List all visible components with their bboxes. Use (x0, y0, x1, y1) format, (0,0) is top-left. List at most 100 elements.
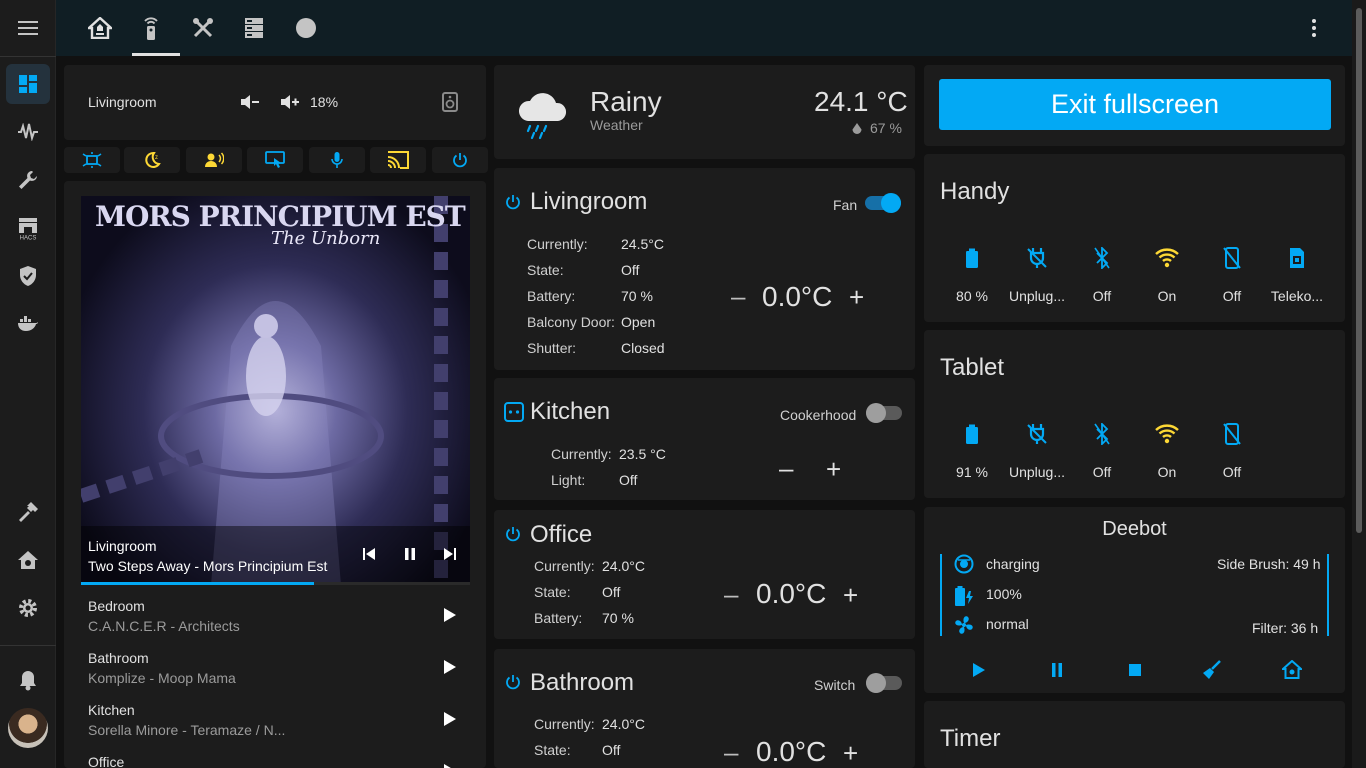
wifi-icon[interactable] (1147, 246, 1187, 270)
card-title: Tablet (940, 354, 1005, 381)
deebot-card: Deebot charging 100% normal Side Brush: … (924, 507, 1345, 693)
theme-icon (296, 18, 316, 38)
overflow-menu-button[interactable] (1290, 0, 1338, 56)
stat-value: 80 % (956, 288, 988, 304)
microphone-chip[interactable] (309, 147, 365, 173)
sidebar-item-energy[interactable] (6, 112, 50, 152)
svg-text:z: z (155, 155, 158, 161)
waveform-icon (18, 123, 38, 141)
robot-vacuum-icon (954, 554, 974, 574)
power-plug-off-icon[interactable] (1017, 246, 1057, 270)
menu-icon[interactable] (6, 8, 50, 48)
power-chip[interactable] (432, 147, 488, 173)
media-list-play-button[interactable] (444, 712, 458, 728)
fan-toggle[interactable] (865, 193, 901, 213)
media-list-play-button[interactable] (444, 660, 458, 676)
battery-icon[interactable] (952, 422, 992, 446)
power-icon[interactable] (505, 674, 521, 690)
scrollbar-thumb[interactable] (1356, 8, 1362, 533)
wifi-icon[interactable] (1147, 422, 1187, 446)
media-list-play-button[interactable] (444, 608, 458, 624)
sidebar-item-settings[interactable] (6, 588, 50, 628)
power-plug-off-icon[interactable] (1017, 422, 1057, 446)
microphone-icon (331, 152, 343, 168)
side-brush-hours: Side Brush: 49 h (1217, 556, 1321, 572)
row-label: Currently: (551, 446, 612, 462)
tab-home[interactable] (76, 0, 124, 56)
speaker-button[interactable] (442, 92, 458, 112)
row-value: Off (619, 472, 638, 488)
tab-tools[interactable] (179, 0, 227, 56)
media-list-room: Office (88, 754, 125, 768)
increase-temp-button[interactable]: + (843, 582, 858, 608)
row-value: Closed (621, 340, 665, 356)
shield-check-icon (20, 266, 36, 286)
kitchen-card: Kitchen Cookerhood Currently: 23.5 °C Li… (494, 378, 915, 500)
cellphone-off-icon[interactable] (1212, 422, 1252, 446)
tab-server[interactable] (230, 0, 278, 56)
sleep-chip[interactable]: z (124, 147, 180, 173)
power-icon[interactable] (505, 526, 521, 542)
sidebar-item-supervisor[interactable] (6, 540, 50, 580)
cellphone-off-icon[interactable] (1212, 246, 1252, 270)
avatar[interactable] (8, 708, 48, 748)
sidebar-item-tools[interactable] (6, 160, 50, 200)
socket-icon[interactable] (504, 402, 524, 422)
album-art: MORS PRINCIPIUM EST The Unborn (81, 196, 470, 585)
exit-fullscreen-button[interactable]: Exit fullscreen (939, 79, 1331, 130)
stop-icon[interactable] (1129, 664, 1141, 676)
dashboard-icon (19, 75, 37, 93)
bluetooth-off-icon[interactable] (1082, 246, 1122, 270)
sim-icon[interactable] (1277, 246, 1317, 270)
volume-mute-button[interactable] (240, 93, 260, 111)
decrease-temp-button[interactable]: – (731, 283, 745, 309)
volume-up-button[interactable] (280, 93, 300, 111)
bluetooth-off-icon[interactable] (1082, 422, 1122, 446)
cast-icon (387, 151, 409, 169)
card-title: Kitchen (530, 398, 611, 425)
weather-condition: Rainy (590, 86, 662, 117)
hammer-icon (19, 502, 38, 522)
switch-toggle[interactable] (866, 673, 902, 693)
media-list-play-button[interactable] (444, 764, 458, 768)
tools-icon (193, 18, 213, 38)
spot-clean-icon[interactable] (1202, 660, 1222, 680)
play-icon[interactable] (973, 663, 985, 677)
sidebar-item-developer-tools[interactable] (6, 492, 50, 532)
next-track-button[interactable] (443, 547, 457, 561)
increase-button[interactable]: + (826, 456, 841, 482)
target-temperature: 0.0°C (756, 736, 827, 767)
tab-remote[interactable] (127, 0, 175, 56)
return-home-icon[interactable] (1282, 660, 1302, 680)
increase-temp-button[interactable]: + (843, 740, 858, 766)
target-temperature: 0.0°C (756, 578, 827, 609)
decrease-temp-button[interactable]: – (724, 739, 738, 765)
pause-icon[interactable] (1051, 663, 1063, 677)
tab-theme[interactable] (282, 0, 330, 56)
filter-hours: Filter: 36 h (1252, 620, 1319, 636)
sidebar-item-notifications[interactable] (6, 660, 50, 700)
now-playing-room: Livingroom (88, 538, 157, 554)
weather-card[interactable]: Rainy Weather 24.1 °C 67 % (494, 65, 915, 159)
increase-temp-button[interactable]: + (849, 284, 864, 310)
cookerhood-toggle[interactable] (866, 403, 902, 423)
dots-vertical-icon (1312, 19, 1316, 37)
voice-chip[interactable] (186, 147, 242, 173)
cast-chip[interactable] (370, 147, 426, 173)
bathroom-thermostat-card: Bathroom Switch Currently: 24.0°C State:… (494, 649, 915, 768)
row-value: Off (602, 584, 621, 600)
ambilight-chip[interactable] (64, 147, 120, 173)
sidebar-item-overview[interactable] (6, 64, 50, 104)
pause-button[interactable] (403, 547, 417, 561)
row-value: 70 % (602, 610, 634, 626)
power-icon[interactable] (505, 194, 521, 210)
decrease-temp-button[interactable]: – (724, 581, 738, 607)
battery-icon[interactable] (952, 246, 992, 270)
sidebar-item-hacs[interactable]: HACS (6, 208, 50, 248)
previous-track-button[interactable] (362, 547, 376, 561)
playback-progress-bar[interactable] (81, 582, 470, 585)
sidebar-item-docker[interactable] (6, 304, 50, 344)
screen-touch-chip[interactable] (247, 147, 303, 173)
sidebar-item-security[interactable] (6, 256, 50, 296)
decrease-button[interactable]: – (779, 455, 793, 481)
